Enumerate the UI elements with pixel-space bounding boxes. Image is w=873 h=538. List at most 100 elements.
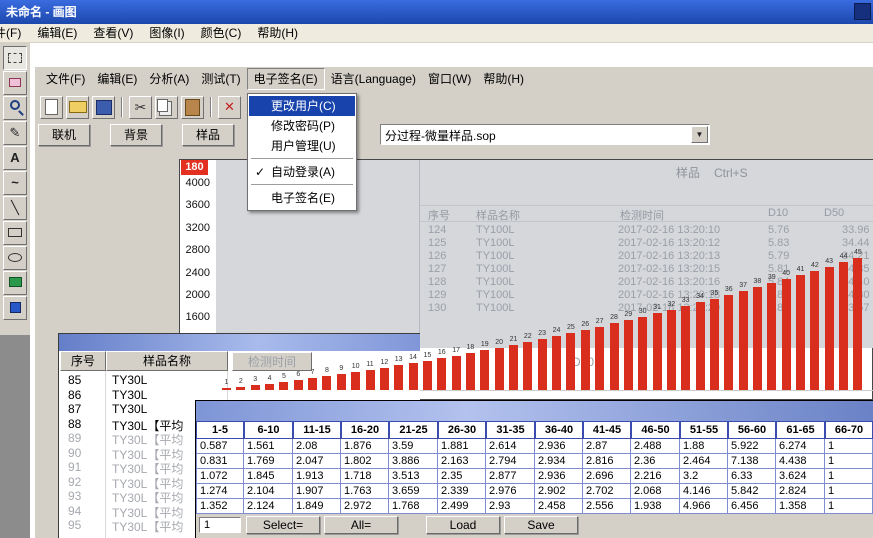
pencil-tool[interactable]: ✎ <box>3 121 27 145</box>
range-column-header: 46-50 <box>631 421 680 439</box>
delete-button[interactable] <box>218 96 241 119</box>
range-column-header: 26-30 <box>438 421 486 439</box>
table-cell: 3.2 <box>680 469 728 484</box>
load-button[interactable]: Load <box>426 516 500 534</box>
table-cell: 1.769 <box>244 454 293 469</box>
chart-bar-label: 45 <box>850 249 865 256</box>
chart-bar-label: 19 <box>477 341 492 348</box>
chart-bar <box>782 279 791 390</box>
curve-tool[interactable]: ~ <box>3 171 27 195</box>
all-button[interactable]: All= <box>324 516 398 534</box>
sample-button[interactable]: 样品 <box>182 124 234 146</box>
background-button[interactable]: 背景 <box>110 124 162 146</box>
cut-button[interactable] <box>129 96 152 119</box>
chart-bar-label: 21 <box>506 336 521 343</box>
chart-bar-label: 11 <box>363 361 378 368</box>
chart-bar <box>638 317 647 390</box>
range-column-header: 56-60 <box>728 421 776 439</box>
table-cell: 1.845 <box>244 469 293 484</box>
table-cell: 2.902 <box>535 484 583 499</box>
range-column-header: 41-45 <box>583 421 631 439</box>
esign-item[interactable]: 电子签名(E) <box>249 188 355 208</box>
edit-menu[interactable]: 编辑(E) <box>91 68 143 90</box>
paint-image-menu[interactable]: 图像(I) <box>141 24 192 42</box>
chart-bar-label: 29 <box>621 311 636 318</box>
paint-file-menu[interactable]: 文件(F) <box>0 24 29 42</box>
table-cell: 2.816 <box>583 454 631 469</box>
esign-menu[interactable]: 电子签名(E) <box>247 68 325 90</box>
ghost-table-cell: 2017-02-16 13:20:12 <box>618 237 720 249</box>
save-button[interactable]: Save <box>504 516 578 534</box>
line-tool[interactable]: ╲ <box>3 196 27 220</box>
table-cell: 6.456 <box>728 499 776 514</box>
save-button[interactable] <box>92 96 115 119</box>
paint-help-menu[interactable]: 帮助(H) <box>249 24 306 42</box>
table-cell: 3.59 <box>389 439 438 454</box>
help-menu[interactable]: 帮助(H) <box>477 68 530 90</box>
language-menu[interactable]: 语言(Language) <box>325 68 422 90</box>
range-column-header: 36-40 <box>535 421 583 439</box>
window-menu[interactable]: 窗口(W) <box>422 68 477 90</box>
chart-bar <box>810 271 819 390</box>
chart-bar <box>796 275 805 390</box>
paste-button[interactable] <box>181 96 204 119</box>
change-user-item[interactable]: 更改用户(C) <box>249 96 355 116</box>
ghost-table-cell: TY100L <box>476 250 515 262</box>
table-cell: 2.936 <box>535 469 583 484</box>
count-input[interactable]: 1 <box>199 517 241 533</box>
text-tool[interactable]: A <box>3 146 27 170</box>
chevron-down-icon[interactable]: ▼ <box>691 126 708 143</box>
table-cell: 3.624 <box>776 469 825 484</box>
select-button[interactable]: Select= <box>246 516 320 534</box>
chart-bar <box>265 384 274 390</box>
select-tool[interactable] <box>3 46 27 70</box>
column-header-name[interactable]: 样品名称 <box>106 351 228 371</box>
user-management-item[interactable]: 用户管理(U) <box>249 136 355 156</box>
sample-name: TY30L【平均 <box>112 518 183 535</box>
window-control-partial[interactable] <box>854 3 871 20</box>
auto-login-item[interactable]: 自动登录(A) <box>249 162 355 182</box>
line-tool-icon: ╲ <box>4 199 26 217</box>
sample-ghost-caption-label: 样品 <box>676 166 700 180</box>
chart-bar-label: 40 <box>779 270 794 277</box>
chart-bar-label: 44 <box>836 253 851 260</box>
y-axis-tick: 2400 <box>178 267 210 279</box>
ellipse-tool[interactable] <box>3 246 27 270</box>
chart-bar <box>366 370 375 390</box>
distribution-title-band <box>196 401 873 421</box>
table-cell: 2.696 <box>583 469 631 484</box>
brush-tool[interactable] <box>3 296 27 320</box>
chart-bar <box>610 323 619 390</box>
change-password-item[interactable]: 修改密码(P) <box>249 116 355 136</box>
magnifier-tool[interactable] <box>3 96 27 120</box>
paint-edit-menu[interactable]: 编辑(E) <box>29 24 85 42</box>
ghost-table-header: 序号 <box>420 207 468 221</box>
column-header-id[interactable]: 序号 <box>60 351 106 371</box>
ghost-table-cell: 129 <box>428 289 446 301</box>
sample-id: 94 <box>68 504 81 518</box>
chart-bar <box>653 313 662 390</box>
chart-bar-label: 32 <box>664 301 679 308</box>
chart-bar-label: 7 <box>305 369 320 376</box>
paint-colors-menu[interactable]: 颜色(C) <box>193 24 250 42</box>
chart-bar-label: 17 <box>449 347 464 354</box>
chart-bar-label: 25 <box>563 324 578 331</box>
online-button[interactable]: 联机 <box>38 124 90 146</box>
range-column-header: 51-55 <box>680 421 728 439</box>
new-file-button[interactable] <box>40 96 63 119</box>
eraser-tool[interactable] <box>3 71 27 95</box>
monitor-tool-icon <box>9 277 22 287</box>
copy-button[interactable] <box>155 96 178 119</box>
table-cell: 0.587 <box>196 439 244 454</box>
sop-combobox[interactable]: 分过程-微量样品.sop ▼ <box>380 124 710 145</box>
table-cell: 2.488 <box>631 439 680 454</box>
open-file-button[interactable] <box>66 96 89 119</box>
paint-view-menu[interactable]: 查看(V) <box>85 24 141 42</box>
analysis-menu[interactable]: 分析(A) <box>143 68 195 90</box>
rectangle-tool[interactable] <box>3 221 27 245</box>
ghost-table-cell: 128 <box>428 276 446 288</box>
file-menu[interactable]: 文件(F) <box>40 68 91 90</box>
test-menu[interactable]: 测试(T) <box>195 68 246 90</box>
paint-title-bar[interactable]: 未命名 - 画图 <box>0 0 873 24</box>
monitor-tool[interactable] <box>3 271 27 295</box>
